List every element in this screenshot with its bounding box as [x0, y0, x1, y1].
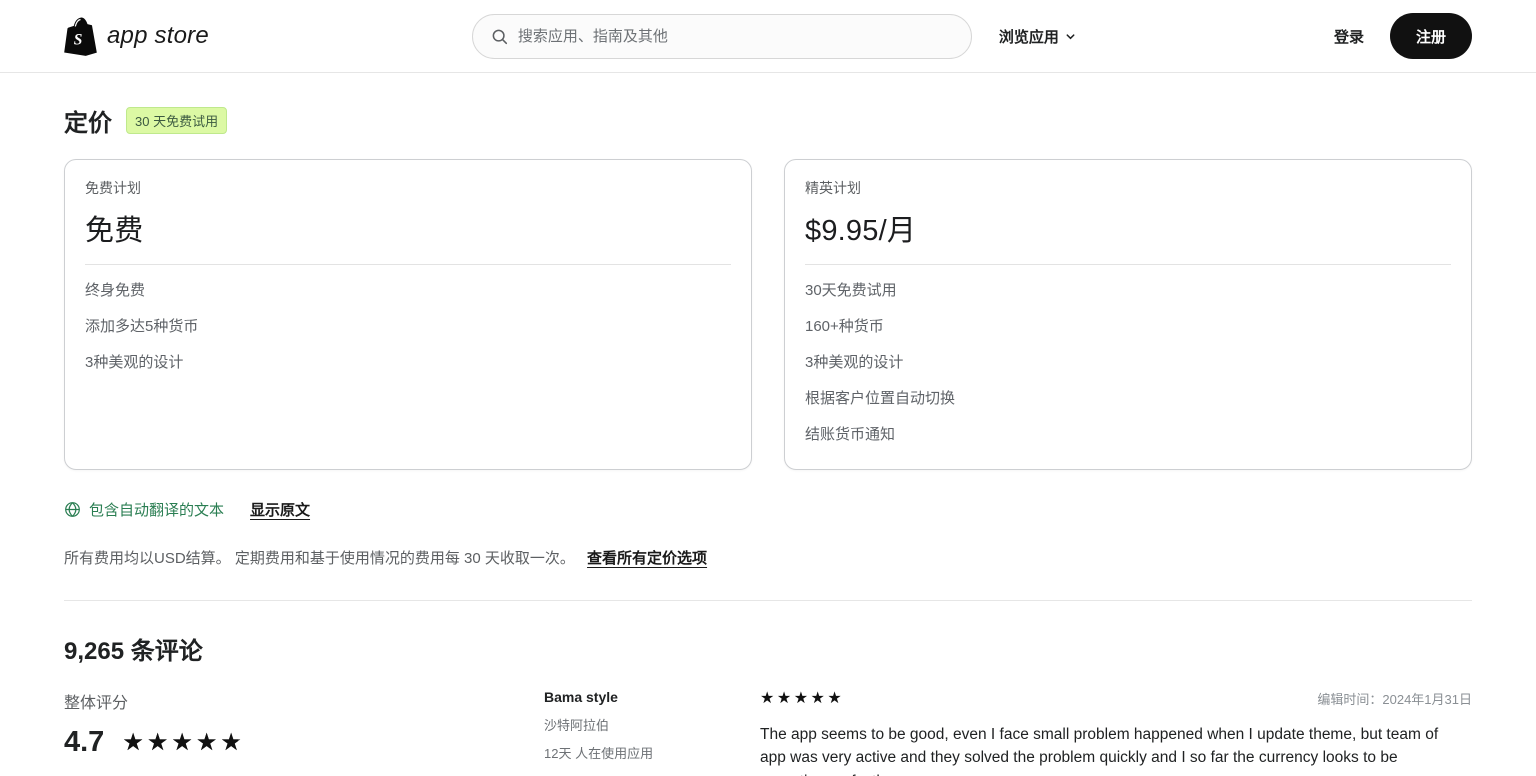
reviews-count-title: 9,265 条评论 [64, 638, 203, 665]
chevron-down-icon [1066, 33, 1075, 39]
browse-apps-menu[interactable]: 浏览应用 [999, 26, 1076, 47]
pricing-card-free: 免费计划 免费 终身免费添加多达5种货币 3种美观的设计 [64, 159, 752, 470]
plan-feature: 根据客户位置自动切换 [805, 389, 956, 407]
plan-feature-list: 终身免费添加多达5种货币 3种美观的设计 [85, 271, 731, 379]
plan-feature: 终身免费 [85, 281, 146, 299]
overall-stars: ☆☆☆☆☆ ★★★★★ [122, 730, 245, 755]
reviewer-location: 沙特阿拉伯 [544, 718, 610, 733]
reviewer-usage-duration: 12天 人在使用应用 [544, 746, 654, 761]
pricing-title: 定价 [64, 110, 112, 137]
review-stars: ★★★★★ [760, 689, 845, 707]
main-content: 定价 30 天免费试用 免费计划 免费 终身免费添加多达5种货币 3种美观的设计 … [0, 103, 1536, 776]
overall-rating-column: 整体评分 4.7 ☆☆☆☆☆ ★★★★★ 5 ★7,8104 ★9943 ★20… [64, 689, 392, 776]
search-input[interactable] [517, 27, 953, 45]
review-text: The app seems to be good, even I face sm… [760, 723, 1460, 776]
overall-score-value: 4.7 [64, 726, 105, 758]
plan-feature: 30天免费试用 [805, 281, 897, 299]
logo-wordmark: app store [107, 22, 209, 49]
overall-rating-label: 整体评分 [64, 695, 129, 712]
browse-apps-label: 浏览应用 [998, 28, 1059, 46]
billing-note-row: 所有费用均以USD结算。 定期费用和基于使用情况的费用每 30 天收取一次。 查… [64, 547, 1472, 568]
plan-feature: 结账货币通知 [805, 425, 896, 443]
plan-feature: 160+种货币 [805, 317, 884, 335]
pricing-section-header: 定价 30 天免费试用 [64, 103, 1472, 138]
card-divider [805, 264, 1451, 265]
pricing-card-elite: 精英计划 $9.95/月 30天免费试用 160+种货币 3种美观的设计根据客户位置… [784, 159, 1472, 470]
signup-button[interactable]: 注册 [1390, 13, 1472, 59]
review-edited-date: 编辑时间：2024年1月31日 [1317, 692, 1472, 707]
stars-filled: ★★★★★ [122, 730, 238, 755]
search-icon [492, 29, 507, 44]
review-paragraph: The app seems to be good, even I face sm… [760, 726, 1439, 776]
billing-note: 所有费用均以USD结算。 定期费用和基于使用情况的费用每 30 天收取一次。 [64, 550, 575, 567]
section-divider [64, 600, 1472, 601]
plan-feature: 3种美观的设计 [805, 353, 904, 371]
reviewer-name: Bama style [544, 689, 618, 705]
plan-price: 免费 [85, 215, 144, 247]
show-original-link[interactable]: 显示原文 [250, 499, 310, 520]
plan-feature-list: 30天免费试用 160+种货币 3种美观的设计根据客户位置自动切换 结账货币通知 [805, 271, 1451, 451]
login-link[interactable]: 登录 [1334, 26, 1364, 47]
free-trial-badge: 30 天免费试用 [126, 107, 228, 134]
auto-translated-label: 包含自动翻译的文本 [89, 502, 225, 519]
shopify-bag-icon: S [64, 17, 97, 56]
auto-translated-row: 包含自动翻译的文本 显示原文 [64, 499, 1472, 520]
plan-feature: 3种美观的设计 [85, 353, 184, 371]
search-bar[interactable] [471, 13, 972, 59]
reviewer-column: Bama style 沙特阿拉伯 12天 人在使用应用 [544, 689, 760, 776]
shopify-logo[interactable]: S app store [64, 17, 209, 56]
card-divider [85, 264, 731, 265]
see-all-pricing-link[interactable]: 查看所有定价选项 [587, 550, 707, 567]
pricing-cards: 免费计划 免费 终身免费添加多达5种货币 3种美观的设计 精英计划 $9.95/月… [64, 159, 1472, 470]
reviews-section: 整体评分 4.7 ☆☆☆☆☆ ★★★★★ 5 ★7,8104 ★9943 ★20… [64, 689, 1472, 776]
review-content-column: ★★★★★ 编辑时间：2024年1月31日 The app seems to b… [760, 689, 1472, 776]
app-store-header: S app store 浏览应用 登录 注册 [0, 0, 1536, 73]
plan-feature: 添加多达5种货币 [85, 317, 199, 335]
overall-score-row: 4.7 ☆☆☆☆☆ ★★★★★ [64, 726, 392, 759]
plan-name: 精英计划 [805, 180, 861, 196]
plan-price: $9.95/月 [805, 215, 917, 247]
svg-text:S: S [74, 31, 83, 48]
plan-name: 免费计划 [85, 180, 141, 196]
globe-icon [65, 502, 80, 517]
review-header: ★★★★★ 编辑时间：2024年1月31日 [760, 689, 1472, 708]
